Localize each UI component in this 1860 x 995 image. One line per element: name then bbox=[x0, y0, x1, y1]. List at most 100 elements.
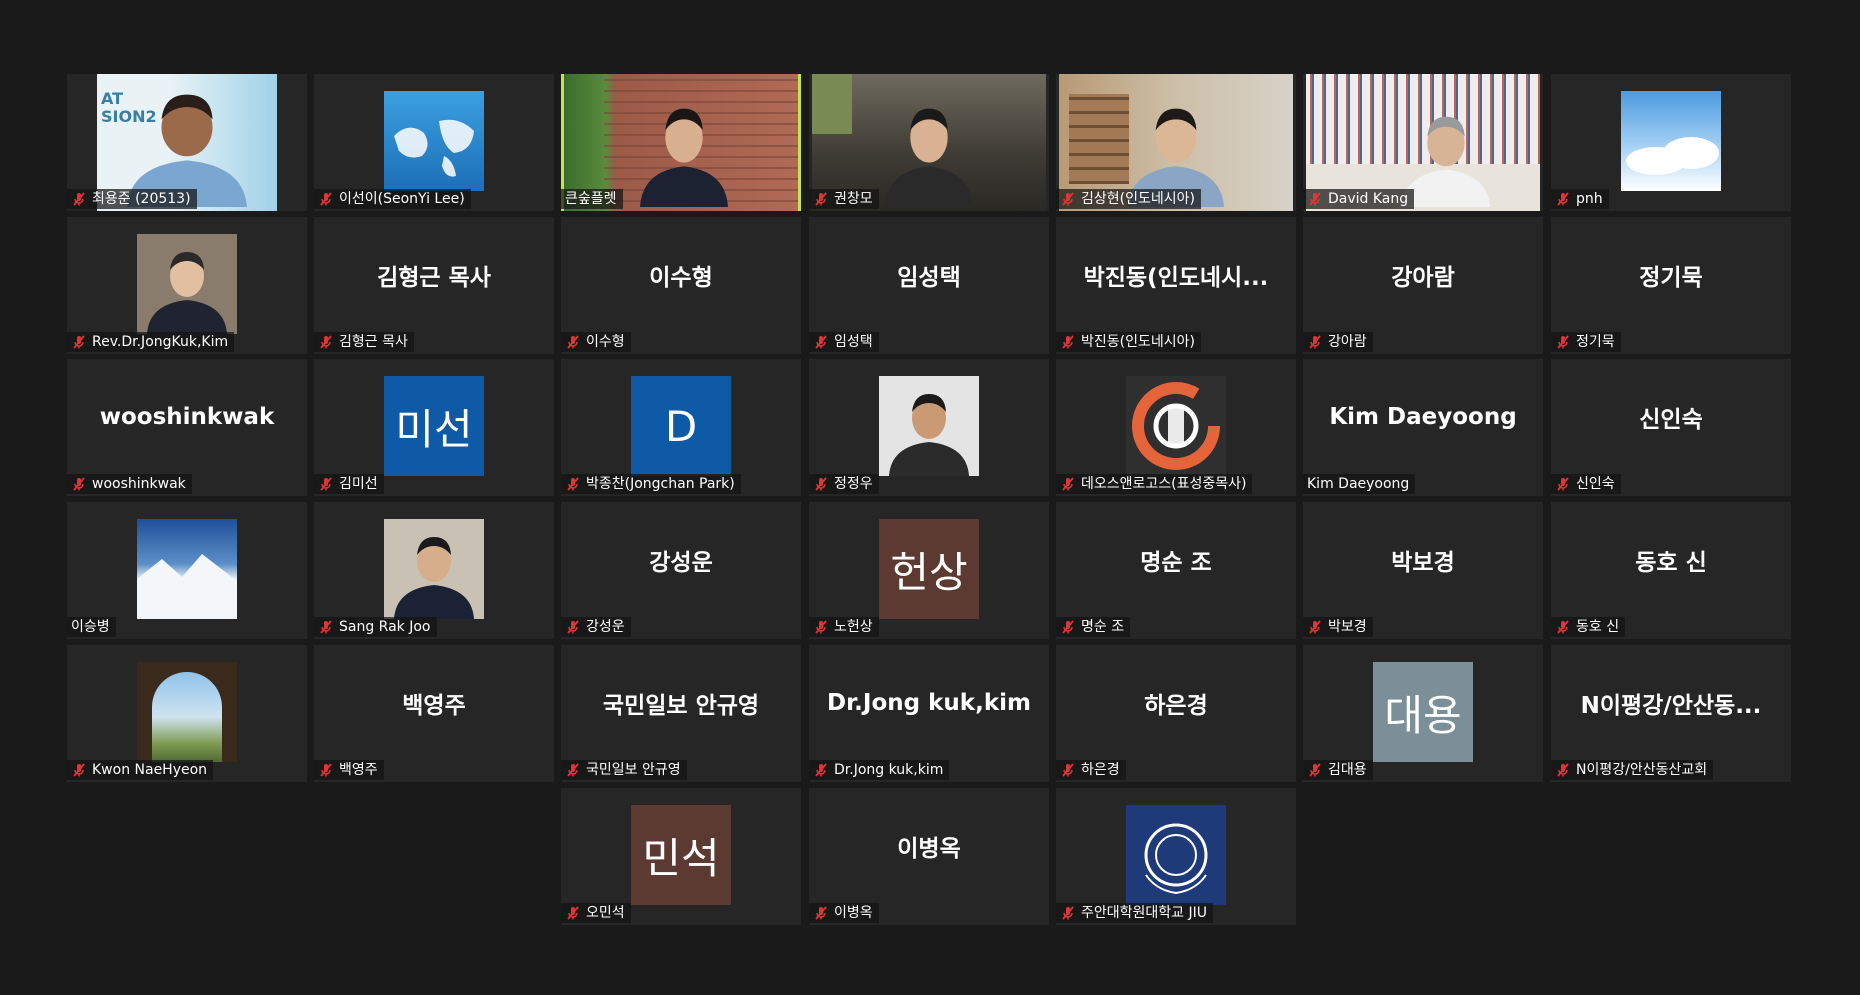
participant-name-tag: Kwon NaeHyeon bbox=[67, 760, 214, 780]
participant-name: 임성택 bbox=[834, 334, 873, 350]
participant-tile[interactable]: Rev.Dr.JongKuk,Kim bbox=[67, 217, 307, 354]
participant-tile[interactable]: D 박종찬(Jongchan Park) bbox=[561, 359, 801, 496]
participant-name: 주안대학원대학교 JIU bbox=[1081, 905, 1207, 921]
muted-mic-icon bbox=[1062, 763, 1074, 777]
participant-name-tag: 김미선 bbox=[314, 474, 384, 494]
participant-name-tag: 권창모 bbox=[809, 189, 879, 209]
participant-name-tag: 주안대학원대학교 JIU bbox=[1056, 903, 1213, 923]
muted-mic-icon bbox=[73, 477, 85, 491]
muted-mic-icon bbox=[567, 477, 579, 491]
participant-tile[interactable]: 권창모 bbox=[809, 74, 1049, 211]
participant-name: 동호 신 bbox=[1576, 619, 1620, 635]
participant-display-name: 명순 조 bbox=[1140, 549, 1212, 576]
participant-name-tag: 강성운 bbox=[561, 617, 631, 637]
participant-name-tag: 정기묵 bbox=[1551, 332, 1621, 352]
muted-mic-icon bbox=[73, 192, 85, 206]
participant-name: 노헌상 bbox=[834, 619, 873, 635]
participant-tile[interactable]: 이승병 bbox=[67, 502, 307, 639]
participant-picture bbox=[384, 519, 484, 619]
participant-tile[interactable]: Kwon NaeHyeon bbox=[67, 645, 307, 782]
participant-tile[interactable]: David Kang bbox=[1303, 74, 1543, 211]
participant-tile[interactable]: 임성택 임성택 bbox=[809, 217, 1049, 354]
participant-tile[interactable]: 동호 신 동호 신 bbox=[1551, 502, 1791, 639]
participant-tile[interactable]: 대용김대용 bbox=[1303, 645, 1543, 782]
participant-tile[interactable]: 김형근 목사 김형근 목사 bbox=[314, 217, 554, 354]
participant-tile[interactable]: 이수형 이수형 bbox=[561, 217, 801, 354]
muted-mic-icon bbox=[1557, 620, 1569, 634]
participant-display-name: 강성운 bbox=[649, 549, 713, 576]
participant-name: 권창모 bbox=[834, 191, 873, 207]
participant-name-tag: N이평강/안산동산교회 bbox=[1551, 760, 1714, 780]
participant-name: 정기묵 bbox=[1576, 334, 1615, 350]
muted-mic-icon bbox=[1557, 192, 1569, 206]
participant-tile[interactable]: 국민일보 안규영 국민일보 안규영 bbox=[561, 645, 801, 782]
participant-logo bbox=[1126, 376, 1226, 476]
participant-name-tag: 신인숙 bbox=[1551, 474, 1621, 494]
participant-tile[interactable]: 주안대학원대학교 JIU bbox=[1056, 788, 1296, 925]
participant-name: wooshinkwak bbox=[92, 476, 186, 492]
participant-name: 김대용 bbox=[1328, 762, 1367, 778]
participant-name-tag: 이병옥 bbox=[809, 903, 879, 923]
participant-tile[interactable]: 강아람 강아람 bbox=[1303, 217, 1543, 354]
muted-mic-icon bbox=[1062, 620, 1074, 634]
participant-tile[interactable]: 김상현(인도네시아) bbox=[1056, 74, 1296, 211]
participant-tile[interactable]: AT SION2 최용준 (20513) bbox=[67, 74, 307, 211]
participant-name-tag: 국민일보 안규영 bbox=[561, 760, 687, 780]
participant-tile[interactable]: 큰숲플렛 bbox=[561, 74, 801, 211]
participant-name-tag: 데오스앤로고스(표성중목사) bbox=[1056, 474, 1253, 494]
participant-name: 데오스앤로고스(표성중목사) bbox=[1081, 476, 1247, 492]
participant-tile[interactable]: 이선이(SeonYi Lee) bbox=[314, 74, 554, 211]
participant-name-tag: 노헌상 bbox=[809, 617, 879, 637]
participant-tile[interactable]: 정기묵 정기묵 bbox=[1551, 217, 1791, 354]
participant-tile[interactable]: 박보경 박보경 bbox=[1303, 502, 1543, 639]
participant-tile[interactable]: 정정우 bbox=[809, 359, 1049, 496]
participant-tile[interactable]: Dr.Jong kuk,kim Dr.Jong kuk,kim bbox=[809, 645, 1049, 782]
participant-picture bbox=[137, 662, 237, 762]
participant-name: 강성운 bbox=[586, 619, 625, 635]
participant-name-tag: 하은경 bbox=[1056, 760, 1126, 780]
muted-mic-icon bbox=[815, 620, 827, 634]
participant-logo bbox=[1126, 805, 1226, 905]
participant-display-name: N이평강/안산동... bbox=[1580, 692, 1762, 719]
muted-mic-icon bbox=[1557, 335, 1569, 349]
participant-tile[interactable]: pnh bbox=[1551, 74, 1791, 211]
participant-tile[interactable]: N이평강/안산동... N이평강/안산동산교회 bbox=[1551, 645, 1791, 782]
participant-display-name: 이수형 bbox=[649, 264, 713, 291]
muted-mic-icon bbox=[815, 192, 827, 206]
participant-name-tag: Kim Daeyoong bbox=[1303, 474, 1416, 494]
participant-tile[interactable]: 데오스앤로고스(표성중목사) bbox=[1056, 359, 1296, 496]
participant-name-tag: 강아람 bbox=[1303, 332, 1373, 352]
participant-avatar: 헌상 bbox=[879, 519, 979, 619]
participant-name-tag: wooshinkwak bbox=[67, 474, 192, 494]
participant-display-name: 김형근 목사 bbox=[377, 264, 491, 291]
participant-tile[interactable]: 하은경 하은경 bbox=[1056, 645, 1296, 782]
participant-tile[interactable]: 신인숙 신인숙 bbox=[1551, 359, 1791, 496]
participant-tile[interactable]: 미선 김미선 bbox=[314, 359, 554, 496]
participant-tile[interactable]: 강성운 강성운 bbox=[561, 502, 801, 639]
participant-tile[interactable]: Sang Rak Joo bbox=[314, 502, 554, 639]
participant-name: 박보경 bbox=[1328, 619, 1367, 635]
participant-tile[interactable]: 헌상노헌상 bbox=[809, 502, 1049, 639]
participant-tile[interactable]: 박진동(인도네시... 박진동(인도네시아) bbox=[1056, 217, 1296, 354]
participant-name-tag: 백영주 bbox=[314, 760, 384, 780]
participant-name-tag: 정정우 bbox=[809, 474, 879, 494]
avatar-initials: 민석 bbox=[642, 833, 720, 883]
participant-name-tag: 임성택 bbox=[809, 332, 879, 352]
participant-name: Kim Daeyoong bbox=[1307, 476, 1410, 492]
muted-mic-icon bbox=[1309, 192, 1321, 206]
participant-name-tag: Rev.Dr.JongKuk,Kim bbox=[67, 332, 235, 352]
participant-tile[interactable]: Kim Daeyoong Kim Daeyoong bbox=[1303, 359, 1543, 496]
avatar-initials: 대용 bbox=[1384, 690, 1462, 740]
participant-name-tag: Sang Rak Joo bbox=[314, 617, 437, 637]
participant-tile[interactable]: 명순 조 명순 조 bbox=[1056, 502, 1296, 639]
participant-tile[interactable]: wooshinkwak wooshinkwak bbox=[67, 359, 307, 496]
participant-avatar: D bbox=[631, 376, 731, 476]
participant-tile[interactable]: 백영주 백영주 bbox=[314, 645, 554, 782]
participant-display-name: 국민일보 안규영 bbox=[602, 692, 760, 719]
participant-display-name: 하은경 bbox=[1144, 692, 1208, 719]
participant-tile[interactable]: 이병옥 이병옥 bbox=[809, 788, 1049, 925]
participant-name-tag: 오민석 bbox=[561, 903, 631, 923]
muted-mic-icon bbox=[567, 763, 579, 777]
muted-mic-icon bbox=[815, 763, 827, 777]
participant-tile[interactable]: 민석오민석 bbox=[561, 788, 801, 925]
